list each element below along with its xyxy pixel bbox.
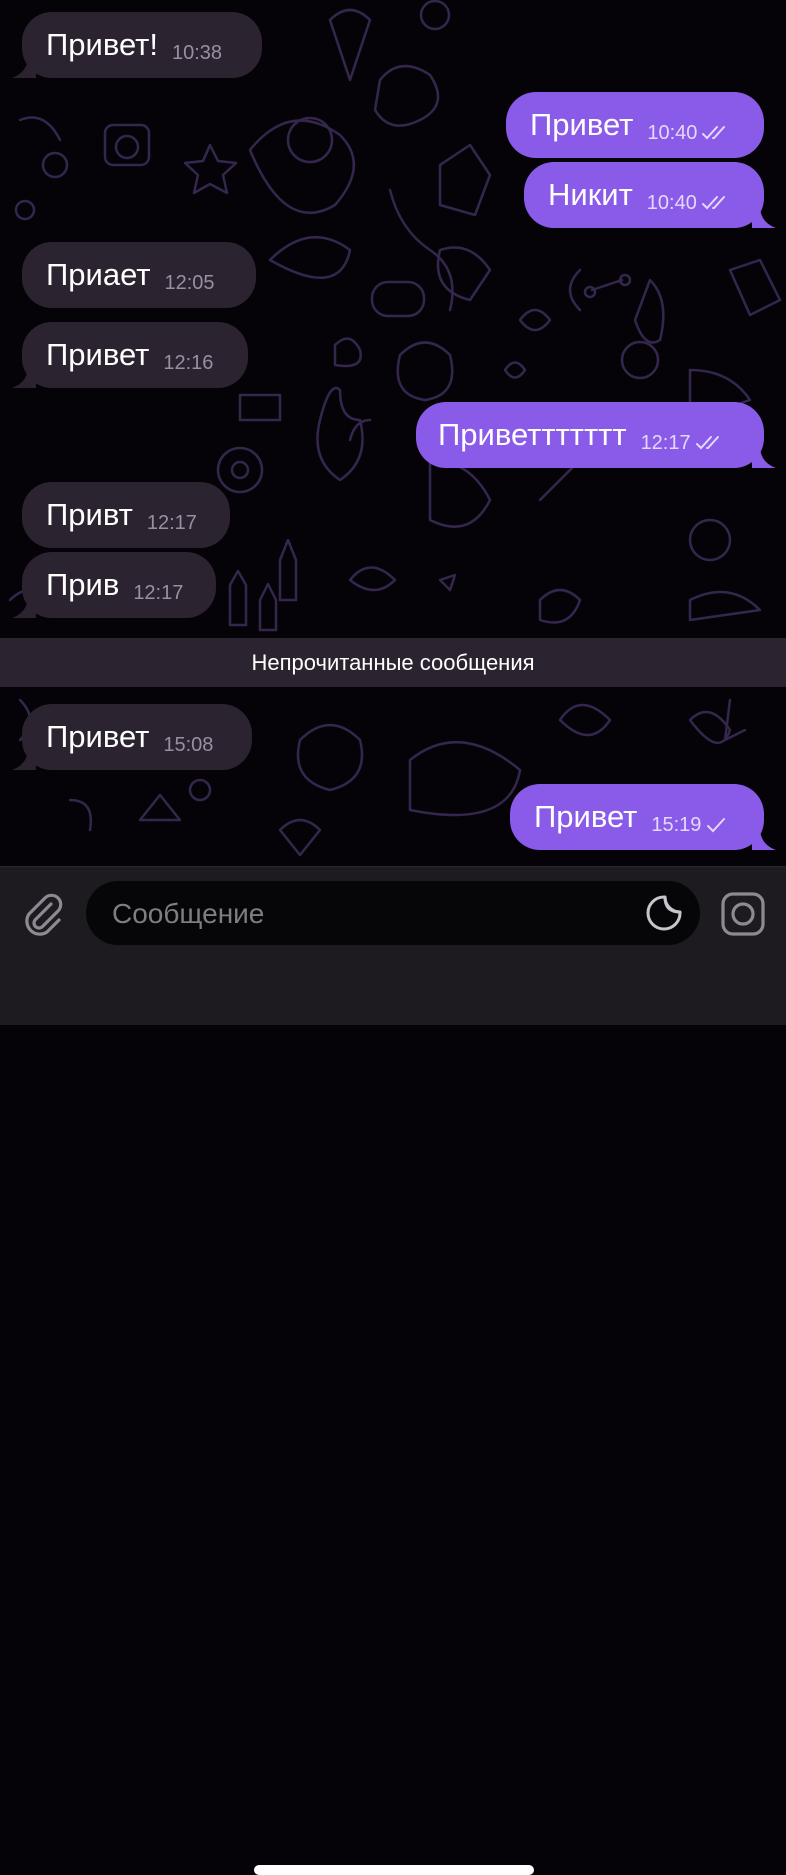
sticker-icon[interactable] bbox=[644, 893, 684, 933]
message-text: Привет bbox=[46, 337, 150, 372]
message-input[interactable] bbox=[110, 881, 634, 947]
message-time: 10:38 bbox=[171, 41, 223, 64]
double-check-icon bbox=[701, 125, 729, 141]
message-time: 12:05 bbox=[164, 271, 215, 294]
message-time: 10:40 bbox=[646, 191, 697, 214]
incoming-message[interactable]: Привет 12:16 bbox=[22, 322, 248, 388]
message-text: Приает bbox=[46, 257, 151, 292]
message-text: Привет! bbox=[46, 27, 158, 62]
outgoing-message[interactable]: Привет 15:19 bbox=[510, 784, 764, 850]
message-time: 15:08 bbox=[163, 733, 214, 756]
incoming-message[interactable]: Привет 15:08 bbox=[22, 704, 252, 770]
incoming-message[interactable]: Прив 12:17 bbox=[22, 552, 216, 618]
message-composer bbox=[0, 866, 786, 1875]
message-time: 12:17 bbox=[146, 511, 197, 534]
message-time: 12:17 bbox=[133, 581, 184, 604]
incoming-message[interactable]: Приает 12:05 bbox=[22, 242, 256, 308]
message-text: Привет bbox=[46, 719, 150, 754]
message-text: Привт bbox=[46, 497, 133, 532]
message-time: 12:17 bbox=[640, 431, 691, 454]
message-time: 10:40 bbox=[647, 121, 698, 144]
home-indicator[interactable] bbox=[254, 1865, 534, 1875]
message-field bbox=[86, 881, 700, 947]
incoming-message[interactable]: Привт 12:17 bbox=[22, 482, 230, 548]
outgoing-message[interactable]: Привет 10:40 bbox=[506, 92, 764, 158]
double-check-icon bbox=[701, 195, 729, 211]
double-check-icon bbox=[695, 435, 723, 451]
message-time: 12:16 bbox=[163, 351, 214, 374]
message-text: Приветтттттт bbox=[438, 417, 627, 452]
camera-icon[interactable] bbox=[718, 889, 768, 939]
incoming-message[interactable]: Привет! 10:38 bbox=[22, 12, 262, 78]
message-text: Никит bbox=[548, 177, 633, 212]
message-text: Привет bbox=[530, 107, 634, 142]
outgoing-message[interactable]: Приветтттттт 12:17 bbox=[416, 402, 764, 468]
message-text: Прив bbox=[46, 567, 120, 602]
outgoing-message[interactable]: Никит 10:40 bbox=[524, 162, 764, 228]
paperclip-icon[interactable] bbox=[18, 889, 68, 939]
message-list[interactable]: Привет! 10:38 Привет 10:40 Никит 10:40 П… bbox=[0, 0, 786, 866]
single-check-icon bbox=[705, 817, 727, 833]
message-time: 15:19 bbox=[651, 813, 702, 836]
unread-messages-divider: Непрочитанные сообщения bbox=[0, 638, 786, 687]
message-text: Привет bbox=[534, 799, 638, 834]
